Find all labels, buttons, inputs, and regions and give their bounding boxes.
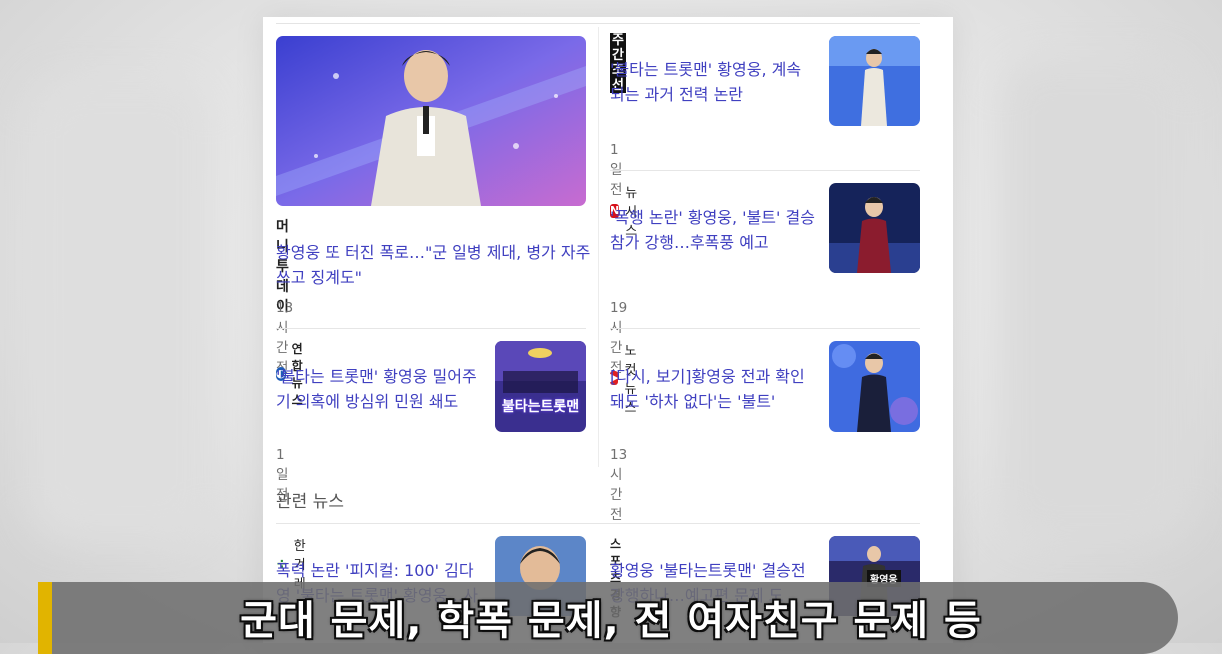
divider — [610, 170, 920, 171]
news-thumbnail[interactable] — [829, 36, 920, 126]
news-thumbnail[interactable] — [829, 341, 920, 432]
news-thumbnail[interactable]: 불타는트롯맨 — [495, 341, 586, 432]
divider — [610, 328, 920, 329]
background-blur-right — [1000, 60, 1190, 540]
news-thumbnail[interactable] — [829, 183, 920, 273]
divider — [276, 523, 920, 524]
column-divider — [598, 27, 599, 467]
news-headline[interactable]: '불타는 트롯맨' 황영웅 밀어주기 의혹에 방심위 민원 쇄도 — [276, 365, 481, 414]
news-headline[interactable]: [다시, 보기]황영웅 전과 확인돼도 '하차 없다'는 '불트' — [610, 365, 815, 414]
news-headline[interactable]: '불타는 트롯맨' 황영웅, 계속되는 과거 전력 논란 — [610, 58, 815, 107]
poster-title: 불타는트롯맨 — [501, 399, 580, 415]
news-headline[interactable]: '폭행 논란' 황영웅, '불트' 결승참가 강행…후폭풍 예고 — [610, 206, 815, 255]
related-news-title: 관련 뉴스 — [276, 492, 344, 512]
video-caption: 군대 문제, 학폭 문제, 전 여자친구 문제 등 — [240, 598, 982, 644]
news-time: 13시간 전 — [610, 447, 628, 523]
background-blur-left — [30, 80, 210, 540]
news-panel: 머니투데이 황영웅 또 터진 폭로…"군 일병 제대, 병가 자주 쓰고 징계도… — [263, 17, 953, 643]
news-thumbnail[interactable] — [276, 36, 586, 206]
divider — [276, 23, 920, 24]
divider — [276, 328, 586, 329]
news-headline[interactable]: 황영웅 또 터진 폭로…"군 일병 제대, 병가 자주 쓰고 징계도" — [276, 241, 594, 290]
